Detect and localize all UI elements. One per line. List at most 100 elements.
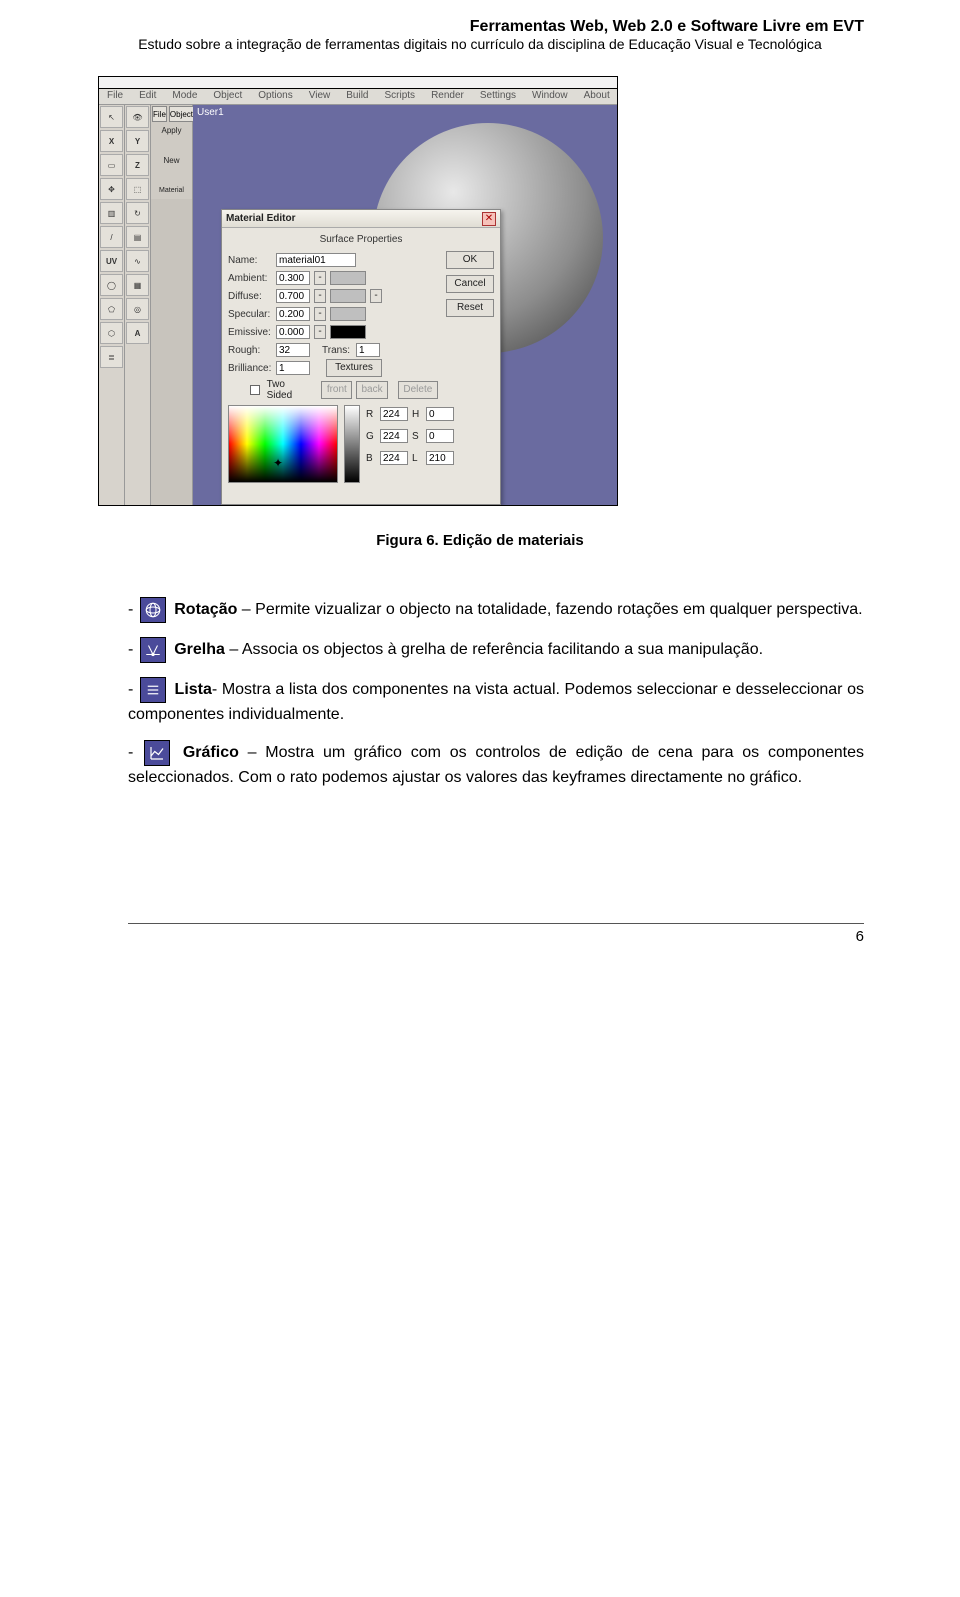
swatch-ambient[interactable]: [330, 271, 366, 285]
bullet-grafico: - Gráfico – Mostra um gráfico com os con…: [128, 740, 864, 789]
tool-a[interactable]: A: [126, 322, 149, 344]
viewport-label: User1: [197, 107, 224, 118]
cancel-button[interactable]: Cancel: [446, 275, 494, 293]
bullet-grelha: - Grelha – Associa os objectos à grelha …: [128, 637, 864, 663]
figure-6: File Edit Mode Object Options View Build…: [0, 58, 960, 506]
term-rotacao: Rotação: [174, 601, 237, 618]
panel-tab-object[interactable]: Object: [169, 106, 194, 122]
tool-select[interactable]: ▭: [100, 154, 123, 176]
tool-move[interactable]: ✥: [100, 178, 123, 200]
menu-build[interactable]: Build: [338, 89, 376, 104]
menu-file[interactable]: File: [99, 89, 131, 104]
label-brilliance: Brilliance:: [228, 363, 272, 374]
label-h: H: [412, 409, 422, 420]
tool-z[interactable]: Z: [126, 154, 149, 176]
input-s[interactable]: [426, 429, 454, 443]
label-ambient: Ambient:: [228, 273, 272, 284]
menu-about[interactable]: About: [576, 89, 618, 104]
input-b[interactable]: [380, 451, 408, 465]
menu-mode[interactable]: Mode: [164, 89, 205, 104]
tool-y[interactable]: Y: [126, 130, 149, 152]
label-g: G: [366, 431, 376, 442]
input-specular[interactable]: [276, 307, 310, 321]
tool-line[interactable]: /: [100, 226, 123, 248]
app-titlebar: [99, 77, 617, 89]
input-r[interactable]: [380, 407, 408, 421]
tool-grid[interactable]: ▦: [126, 274, 149, 296]
menu-options[interactable]: Options: [250, 89, 300, 104]
reset-button[interactable]: Reset: [446, 299, 494, 317]
input-emissive[interactable]: [276, 325, 310, 339]
front-button: front: [321, 381, 352, 399]
tool-pointer[interactable]: ↖: [100, 106, 123, 128]
dialog-titlebar[interactable]: Material Editor ✕: [222, 210, 500, 228]
graph-editor-icon: [144, 740, 170, 766]
input-h[interactable]: [426, 407, 454, 421]
tool-rotate[interactable]: ↻: [126, 202, 149, 224]
input-ambient[interactable]: [276, 271, 310, 285]
label-two-sided: Two Sided: [267, 379, 310, 401]
menu-window[interactable]: Window: [524, 89, 576, 104]
close-icon[interactable]: ✕: [482, 212, 496, 226]
doc-header: Ferramentas Web, Web 2.0 e Software Livr…: [0, 0, 960, 58]
menu-scripts[interactable]: Scripts: [377, 89, 424, 104]
spinner-ambient[interactable]: -: [314, 271, 326, 285]
panel-apply[interactable]: Apply: [151, 123, 192, 139]
text-grelha: – Associa os objectos à grelha de referê…: [225, 641, 763, 658]
swatch-diffuse[interactable]: [330, 289, 366, 303]
bullet-rotacao: - Rotação – Permite vizualizar o objecto…: [128, 597, 864, 623]
term-lista: Lista: [175, 681, 212, 698]
term-grafico: Gráfico: [183, 744, 239, 761]
hue-saturation-box[interactable]: ✦: [228, 405, 338, 483]
back-button: back: [356, 381, 387, 399]
ok-button[interactable]: OK: [446, 251, 494, 269]
swatch-emissive[interactable]: [330, 325, 366, 339]
tool-hex[interactable]: ⬡: [100, 322, 123, 344]
input-l[interactable]: [426, 451, 454, 465]
input-rough[interactable]: [276, 343, 310, 357]
term-grelha: Grelha: [174, 641, 225, 658]
label-specular: Specular:: [228, 309, 272, 320]
textures-button[interactable]: Textures: [326, 359, 382, 377]
toolbar-col-a: ↖ X ▭ ✥ ▥ / UV ◯ ⬠ ⬡ ≣: [99, 105, 125, 505]
tool-scale2[interactable]: ▤: [126, 226, 149, 248]
tool-eye[interactable]: 👁: [126, 106, 149, 128]
tool-scale1[interactable]: ▥: [100, 202, 123, 224]
app-window: File Edit Mode Object Options View Build…: [98, 76, 618, 506]
tool-ring[interactable]: ◎: [126, 298, 149, 320]
tool-curve[interactable]: ∿: [126, 250, 149, 272]
input-trans[interactable]: [356, 343, 380, 357]
menu-view[interactable]: View: [301, 89, 339, 104]
spinner-diffuse[interactable]: -: [314, 289, 326, 303]
swatch-specular[interactable]: [330, 307, 366, 321]
tool-x[interactable]: X: [100, 130, 123, 152]
spinner-specular[interactable]: -: [314, 307, 326, 321]
label-diffuse: Diffuse:: [228, 291, 272, 302]
input-diffuse[interactable]: [276, 289, 310, 303]
tool-poly[interactable]: ⬠: [100, 298, 123, 320]
menu-settings[interactable]: Settings: [472, 89, 524, 104]
tool-list[interactable]: ≣: [100, 346, 123, 368]
picker-marker-icon: ✦: [273, 456, 283, 470]
link-ambient-diffuse[interactable]: -: [370, 289, 382, 303]
figure-caption: Figura 6. Edição de materiais: [96, 532, 864, 549]
tool-marquee[interactable]: ⬚: [126, 178, 149, 200]
app-menubar: File Edit Mode Object Options View Build…: [99, 89, 617, 105]
panel-new[interactable]: New: [151, 153, 192, 169]
tool-sphere[interactable]: ◯: [100, 274, 123, 296]
checkbox-two-sided[interactable]: [250, 385, 259, 395]
input-name[interactable]: [276, 253, 356, 267]
menu-object[interactable]: Object: [205, 89, 250, 104]
label-r: R: [366, 409, 376, 420]
tool-uv[interactable]: UV: [100, 250, 123, 272]
input-brilliance[interactable]: [276, 361, 310, 375]
menu-render[interactable]: Render: [423, 89, 472, 104]
panel-material-name: Material Name: [151, 183, 192, 199]
spinner-emissive[interactable]: -: [314, 325, 326, 339]
panel-tab-file[interactable]: File: [152, 106, 167, 122]
menu-edit[interactable]: Edit: [131, 89, 164, 104]
dash: -: [128, 601, 138, 618]
value-slider[interactable]: [344, 405, 360, 483]
dash: -: [128, 744, 142, 761]
input-g[interactable]: [380, 429, 408, 443]
